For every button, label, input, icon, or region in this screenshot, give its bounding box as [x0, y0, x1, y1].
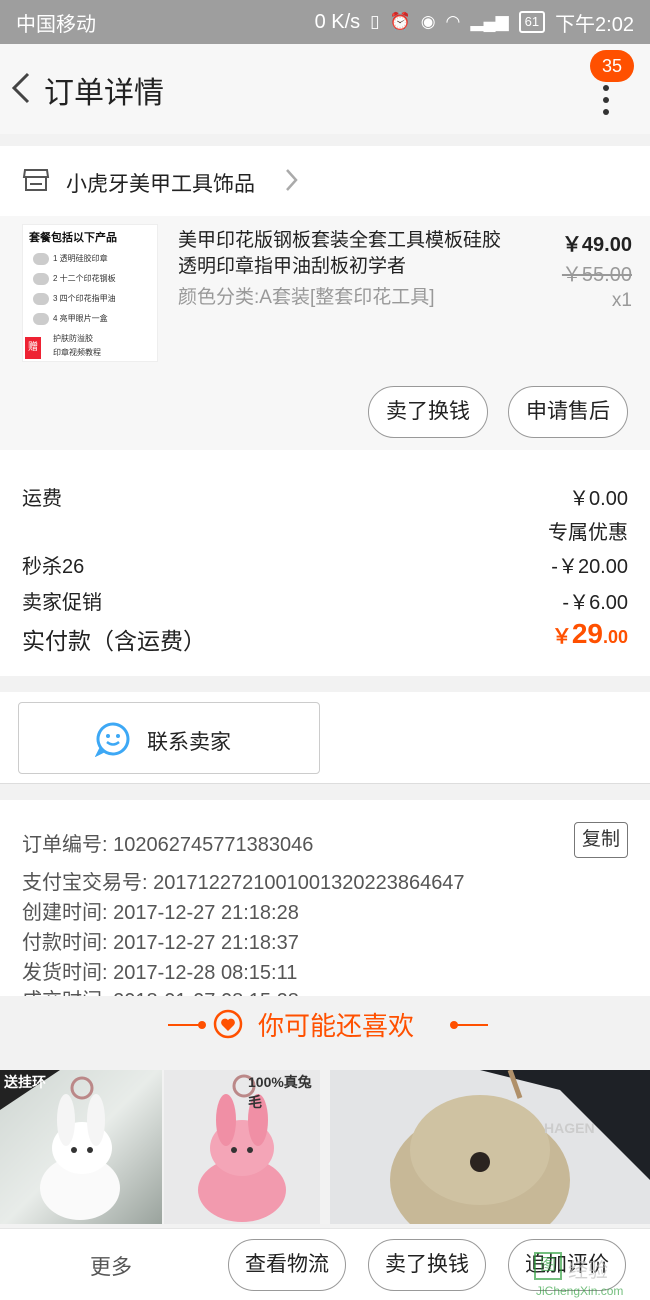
total-label: 实付款（含运费） [22, 628, 206, 654]
chat-icon [95, 722, 130, 757]
status-bar: 中国移动 0 K/s ▯ ⏰ ◉ ◠ ▂▄▆ 61 下午2:02 [0, 0, 650, 44]
alipay-number: 支付宝交易号: 2017122721001001320223864647 [22, 872, 465, 894]
seller-promo-label: 卖家促销 [22, 592, 102, 614]
shop-row[interactable]: 小虎牙美甲工具饰品 [0, 146, 650, 216]
bunny-keychain-image [0, 1070, 120, 1220]
shop-name: 小虎牙美甲工具饰品 [66, 173, 255, 196]
copy-button[interactable]: 复制 [574, 822, 628, 858]
product-title[interactable]: 美甲印花版钢板套装全套工具模板硅胶透明印章指甲油刮板初学者 [178, 228, 518, 280]
sell-button[interactable]: 卖了换钱 [368, 386, 488, 438]
flash-sale-label: 秒杀26 [22, 556, 85, 578]
shipping-value: ￥0.00 [569, 488, 628, 510]
fee-summary: 运费 ￥0.00 专属优惠 秒杀26 -￥20.00 卖家促销 -￥6.00 实… [0, 450, 650, 676]
product-image-line: 3 四个印花指甲油 [53, 294, 116, 303]
heart-icon [213, 1009, 243, 1039]
after-sale-button[interactable]: 申请售后 [508, 386, 628, 438]
product-original-price: ￥55.00 [561, 264, 632, 286]
more-menu-button[interactable] [592, 80, 620, 120]
seller-promo-value: -￥6.00 [562, 592, 628, 614]
shipping-label: 运费 [22, 488, 62, 510]
promo-tag: 送挂环 [4, 1074, 46, 1090]
product-image-line: 2 十二个印花钢板 [53, 274, 116, 283]
battery-icon: 61 [518, 11, 546, 33]
carrier-name: 中国移动 [16, 13, 96, 36]
decor-line [454, 1024, 488, 1026]
eye-icon: ◉ [420, 12, 436, 31]
shipped-time: 发货时间: 2017-12-28 08:15:11 [22, 962, 298, 984]
product-image-line: 1 透明硅胶印章 [53, 254, 108, 263]
recommend-title: 你可能还喜欢 [258, 1011, 415, 1041]
product-price: ￥49.00 [561, 234, 632, 256]
chevron-right-icon [286, 169, 298, 191]
total-decimal: .00 [602, 627, 628, 647]
clock: 下午2:02 [555, 13, 634, 36]
paid-time: 付款时间: 2017-12-27 21:18:37 [22, 932, 299, 954]
view-logistics-button[interactable]: 查看物流 [228, 1239, 346, 1291]
recommend-item[interactable]: 100%真兔毛 [164, 1070, 320, 1224]
brown-bunny-image [390, 1070, 650, 1224]
product-item: 套餐包括以下产品 1 透明硅胶印章 2 十二个印花钢板 3 四个印花指甲油 4 … [0, 216, 650, 450]
product-image-thumb [33, 293, 49, 305]
recommend-item[interactable]: 送挂环 [0, 1070, 162, 1224]
vibrate-icon: ▯ [370, 12, 380, 31]
promo-tag: 100%真兔毛 [248, 1074, 312, 1110]
sell-button[interactable]: 卖了换钱 [368, 1239, 486, 1291]
watermark-subtext: JiChengXin.com [536, 1284, 624, 1298]
header: 订单详情 35 [0, 44, 650, 134]
wifi-icon: ◠ [445, 12, 461, 31]
more-actions-button[interactable]: 更多 [90, 1251, 132, 1281]
product-image-line: 护肤防溢胶 [53, 334, 93, 343]
gift-tag: 赠 [25, 337, 41, 359]
alarm-icon: ⏰ [389, 12, 411, 31]
signal-icon: ▂▄▆ [470, 12, 509, 31]
chevron-left-icon [11, 72, 30, 104]
product-image-line: 印章视频教程 [53, 348, 101, 357]
more-vertical-icon [603, 85, 609, 115]
total-integer: 29 [571, 618, 603, 649]
contact-seller-button[interactable]: 联系卖家 [18, 702, 320, 774]
message-badge: 35 [590, 50, 634, 82]
total-currency: ￥ [551, 626, 572, 648]
store-icon [22, 169, 50, 191]
recommend-header: 你可能还喜欢 [0, 996, 650, 1058]
contact-seller-label: 联系卖家 [147, 731, 231, 754]
decor-line [168, 1024, 202, 1026]
total-value: ￥29.00 [552, 618, 628, 650]
page-title: 订单详情 [44, 77, 164, 110]
product-variant: 颜色分类:A套装[整套印花工具] [178, 287, 435, 308]
decor-dot [198, 1021, 206, 1029]
product-image[interactable]: 套餐包括以下产品 1 透明硅胶印章 2 十二个印花钢板 3 四个印花指甲油 4 … [22, 224, 158, 362]
back-button[interactable] [8, 66, 38, 110]
product-quantity: x1 [611, 290, 632, 311]
product-image-thumb [33, 313, 49, 325]
product-image-thumb [33, 273, 49, 285]
brand-text: HAGEN [544, 1120, 595, 1136]
exclusive-discount-label: 专属优惠 [548, 522, 628, 544]
created-time: 创建时间: 2017-12-27 21:18:28 [22, 902, 299, 924]
contact-section: 联系卖家 [0, 692, 650, 784]
watermark: 图 经验 JiChengXin.com [530, 1250, 650, 1300]
watermark-logo-icon: 图 [534, 1252, 562, 1280]
order-info: 订单编号: 102062745771383046 复制 支付宝交易号: 2017… [0, 800, 650, 996]
flash-sale-value: -￥20.00 [551, 556, 628, 578]
order-number: 订单编号: 102062745771383046 [22, 834, 314, 856]
product-image-title: 套餐包括以下产品 [29, 232, 117, 244]
product-image-line: 4 亮甲眼片一盒 [53, 314, 108, 323]
watermark-text: 经验 [568, 1260, 608, 1282]
recommend-item[interactable]: HAGEN [330, 1070, 650, 1224]
completed-time: 成交时间: 2018-01-07 08:15:28 [22, 984, 299, 996]
network-speed: 0 K/s [314, 10, 361, 33]
product-image-thumb [33, 253, 49, 265]
